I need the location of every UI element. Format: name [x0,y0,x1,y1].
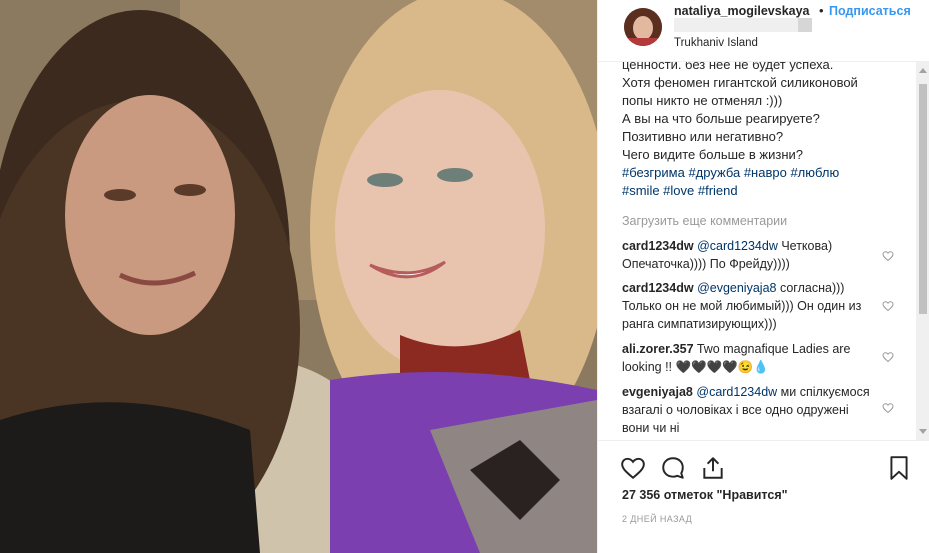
caption-line: ценности. без нее не будет успеха. [622,62,834,72]
comment-username[interactable]: ali.zorer.357 [622,342,694,356]
comment: card1234dw @evgeniyaja8 согласна))) Толь… [622,279,872,333]
post-actions: 27 356 отметок "Нравится" 2 ДНЕЙ НАЗАД [598,440,929,553]
comment: evgeniyaja8 @card1234dw ми спілкуємося в… [622,383,872,437]
comments-section[interactable]: ценности. без нее не будет успеха. Хотя … [598,62,929,440]
comment: card1234dw @card1234dw Четкова) Опечаточ… [622,237,872,273]
comment-username[interactable]: card1234dw [622,239,694,253]
post-timestamp[interactable]: 2 ДНЕЙ НАЗАД [622,514,692,524]
location-link[interactable]: Trukhaniv Island [674,37,758,49]
hashtags[interactable]: #безгрима #дружба #навро #люблю [622,164,892,182]
post-sidebar: nataliya_mogilevskaya • Подписаться Truk… [597,0,929,553]
caption-line: Чего видите больше в жизни? [622,147,803,162]
comment-username[interactable]: evgeniyaja8 [622,385,693,399]
comment: ali.zorer.357 Two magnafique Ladies are … [622,340,872,376]
location-redaction [674,18,812,32]
comments-scrollbar[interactable] [916,62,929,440]
caption-line: Хотя феномен гигантской силиконовой [622,75,858,90]
follow-button[interactable]: Подписаться [829,4,929,18]
comment-mention[interactable]: @evgeniyaja8 [697,281,776,295]
post-header: nataliya_mogilevskaya • Подписаться Truk… [598,0,929,62]
heart-icon[interactable] [620,455,646,481]
photo-illustration [0,0,597,553]
comment-like-icon[interactable] [882,300,894,312]
username-link[interactable]: nataliya_mogilevskaya [674,4,810,18]
scrollbar-thumb[interactable] [919,84,927,314]
comment-mention[interactable]: @card1234dw [697,239,778,253]
post-photo[interactable] [0,0,597,553]
bookmark-icon[interactable] [886,455,912,481]
share-icon[interactable] [700,455,726,481]
scroll-down-arrow-icon[interactable] [919,429,927,434]
scroll-up-arrow-icon[interactable] [919,68,927,73]
load-more-comments-button[interactable]: Загрузить еще комментарии [622,214,787,228]
hashtags[interactable]: #smile #love #friend [622,182,892,200]
caption-line: Позитивно или негативно? [622,129,784,144]
comment-like-icon[interactable] [882,351,894,363]
comment-username[interactable]: card1234dw [622,281,694,295]
caption-line: А вы на что больше реагируете? [622,111,820,126]
separator-dot: • [819,3,824,18]
comment-mention[interactable]: @card1234dw [696,385,777,399]
comment-like-icon[interactable] [882,402,894,414]
caption-line: попы никто не отменял :))) [622,93,783,108]
post-caption: ценности. без нее не будет успеха. Хотя … [622,62,892,200]
comment-like-icon[interactable] [882,250,894,262]
comment-icon[interactable] [660,455,686,481]
avatar[interactable] [624,8,662,46]
likes-count[interactable]: 27 356 отметок "Нравится" [622,488,788,502]
